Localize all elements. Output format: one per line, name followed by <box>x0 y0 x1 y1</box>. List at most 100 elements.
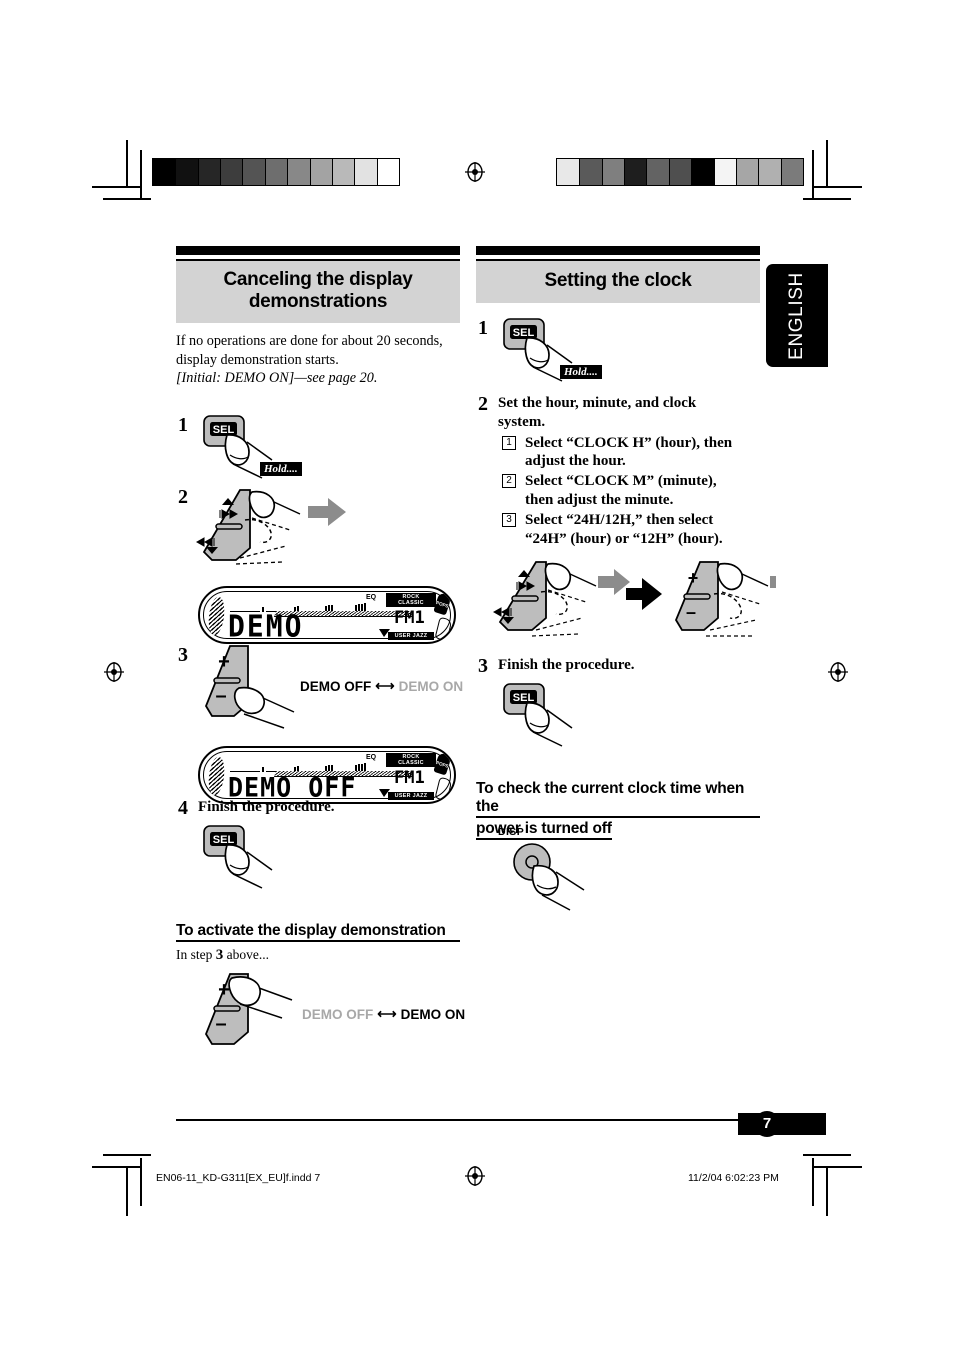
calibration-swatch <box>624 159 647 185</box>
right-step-3-number: 3 <box>478 655 488 677</box>
lcd-band-text: FM1 <box>394 608 425 628</box>
column-top-rule-right <box>476 246 760 255</box>
lcd-tag-top: ROCK CLASSIC <box>386 593 436 607</box>
right-step-2-title-line2: system. <box>498 413 546 430</box>
page-number: 7 <box>754 1111 780 1137</box>
svg-text:–: – <box>686 602 696 622</box>
crop-mark-tr-h2 <box>803 198 851 200</box>
activate-note-pre: In step <box>176 947 216 962</box>
substep-3-line1: Select “24H/12H,” then select <box>525 512 714 529</box>
calibration-swatch <box>758 159 781 185</box>
crop-mark-tr-v <box>826 140 828 188</box>
crop-mark-tl-v2 <box>140 150 142 198</box>
sel-button-illustration-4: SEL <box>503 683 573 747</box>
substep-1-number: 1 <box>502 435 516 450</box>
intro-paragraph: If no operations are done for about 20 s… <box>176 332 460 387</box>
crop-mark-br-h <box>814 1166 862 1168</box>
calibration-bar-left <box>152 158 400 186</box>
left-column: Canceling the display demonstrations If … <box>176 246 460 387</box>
language-tab-english: ENGLISH <box>766 264 828 367</box>
page-number-bar: 7 <box>738 1111 826 1137</box>
calibration-swatch <box>713 159 736 185</box>
calibration-swatch <box>646 159 669 185</box>
activate-demo-heading-wrap: To activate the display demonstration <box>176 922 460 942</box>
demo-toggle-2-left: DEMO OFF <box>302 1007 374 1022</box>
demo-toggle-2-right: DEMO ON <box>400 1007 466 1022</box>
substep-2-line2: then adjust the minute. <box>525 492 674 509</box>
lcd-right-cluster: EQ ROCK CLASSIC USER JAZZ FM1 POPS <box>366 592 453 642</box>
calibration-swatch <box>331 159 355 185</box>
svg-text:–: – <box>215 1013 226 1035</box>
lcd-band-text-2: FM1 <box>394 768 425 788</box>
svg-text:+: + <box>688 568 699 588</box>
calibration-swatch <box>579 159 602 185</box>
crop-mark-br-v <box>826 1168 828 1216</box>
substep-2: 2 Select “CLOCK M” (minute), then adjust… <box>502 472 764 510</box>
lcd-tag-side: POPS <box>433 592 452 616</box>
updown-rocker-illustration <box>195 489 346 565</box>
calibration-swatch <box>354 159 377 185</box>
lcd-right-cluster-2: EQ ROCK CLASSIC USER JAZZ FM1 POPS <box>366 752 453 802</box>
lcd-main-text: DEMO <box>228 608 304 644</box>
left-step-4-number: 4 <box>178 797 188 819</box>
calibration-swatch <box>557 159 580 185</box>
demo-toggle-caption-1: DEMO OFF ⟷ DEMO ON <box>300 678 463 694</box>
crop-mark-tl-h2 <box>103 198 151 200</box>
lcd-tag-side-2: POPS <box>433 752 452 776</box>
activate-demo-note: In step 3 above... <box>176 947 460 964</box>
left-step-2: 2 <box>176 482 466 572</box>
right-step-3-title: Finish the procedure. <box>498 657 635 673</box>
bottom-rule <box>176 1119 826 1121</box>
left-step-4-title: Finish the procedure. <box>198 799 335 815</box>
calibration-swatch <box>309 159 332 185</box>
crop-mark-bl-h2 <box>103 1154 151 1156</box>
right-step-2-number: 2 <box>478 393 488 415</box>
substep-3-number: 3 <box>502 513 516 528</box>
crop-mark-bl-v2 <box>140 1158 142 1206</box>
toggle-arrow-icon-1: ⟷ <box>375 678 395 693</box>
disp-button-label: DISP <box>498 826 525 838</box>
lcd-corner-arrow-icon <box>379 629 390 637</box>
section-heading-setting-clock: Setting the clock <box>476 259 760 304</box>
right-step-2-figures: + – <box>486 556 802 652</box>
calibration-swatch <box>242 159 265 185</box>
svg-text:+: + <box>218 979 230 1001</box>
substep-3-line2: “24H” (hour) or “12H” (hour). <box>525 530 723 547</box>
calibration-swatch <box>668 159 692 185</box>
registration-target-mid-left <box>104 662 124 682</box>
right-step-1-number: 1 <box>478 317 488 339</box>
left-step-3: 3 + – DEMO OFF ⟷ DEMO ON <box>176 640 466 732</box>
check-clock-heading-line1: To check the current clock time when the <box>476 780 745 815</box>
crop-mark-br-v2 <box>812 1158 814 1206</box>
demo-toggle-1-right: DEMO ON <box>398 679 464 694</box>
disp-button-figure: DISP <box>490 826 650 911</box>
calibration-swatch <box>220 159 243 185</box>
section-heading-line2: demonstrations <box>248 291 388 313</box>
section-heading-clock-text: Setting the clock <box>544 270 692 291</box>
calibration-swatch <box>691 159 714 185</box>
left-step-1: 1 SEL Hold.... <box>176 412 466 484</box>
activate-note-post: above... <box>223 947 269 962</box>
calibration-bar-right <box>556 158 804 186</box>
calibration-swatch <box>153 159 176 185</box>
intro-line-1: If no operations are done for about 20 s… <box>176 333 443 350</box>
right-step-2-substeps: 1 Select “CLOCK H” (hour), then adjust t… <box>498 434 764 549</box>
substep-1: 1 Select “CLOCK H” (hour), then adjust t… <box>502 434 764 472</box>
crop-mark-tr-h <box>814 186 862 188</box>
footer-filename: EN06-11_KD-G311[EX_EU]f.indd 7 <box>156 1172 321 1184</box>
column-top-rule <box>176 246 460 255</box>
crop-mark-tr-v2 <box>812 150 814 198</box>
left-subsection-activate: To activate the display demonstration In… <box>176 922 460 964</box>
calibration-swatch <box>601 159 625 185</box>
crop-mark-br-h2 <box>803 1154 851 1156</box>
left-activate-figure: + – DEMO OFF ⟷ DEMO ON <box>176 968 466 1060</box>
demo-toggle-1-left: DEMO OFF <box>300 679 372 694</box>
substep-2-number: 2 <box>502 474 516 489</box>
registration-target-top <box>465 162 485 182</box>
right-step-3: 3 Finish the procedure. SEL <box>476 656 766 756</box>
hold-label-2: Hold.... <box>560 365 602 379</box>
substep-1-line2: adjust the hour. <box>525 453 626 470</box>
left-step-2-number: 2 <box>178 486 188 508</box>
check-clock-heading-line1-wrap: To check the current clock time when the <box>476 780 760 818</box>
hold-label-1: Hold.... <box>260 462 302 476</box>
